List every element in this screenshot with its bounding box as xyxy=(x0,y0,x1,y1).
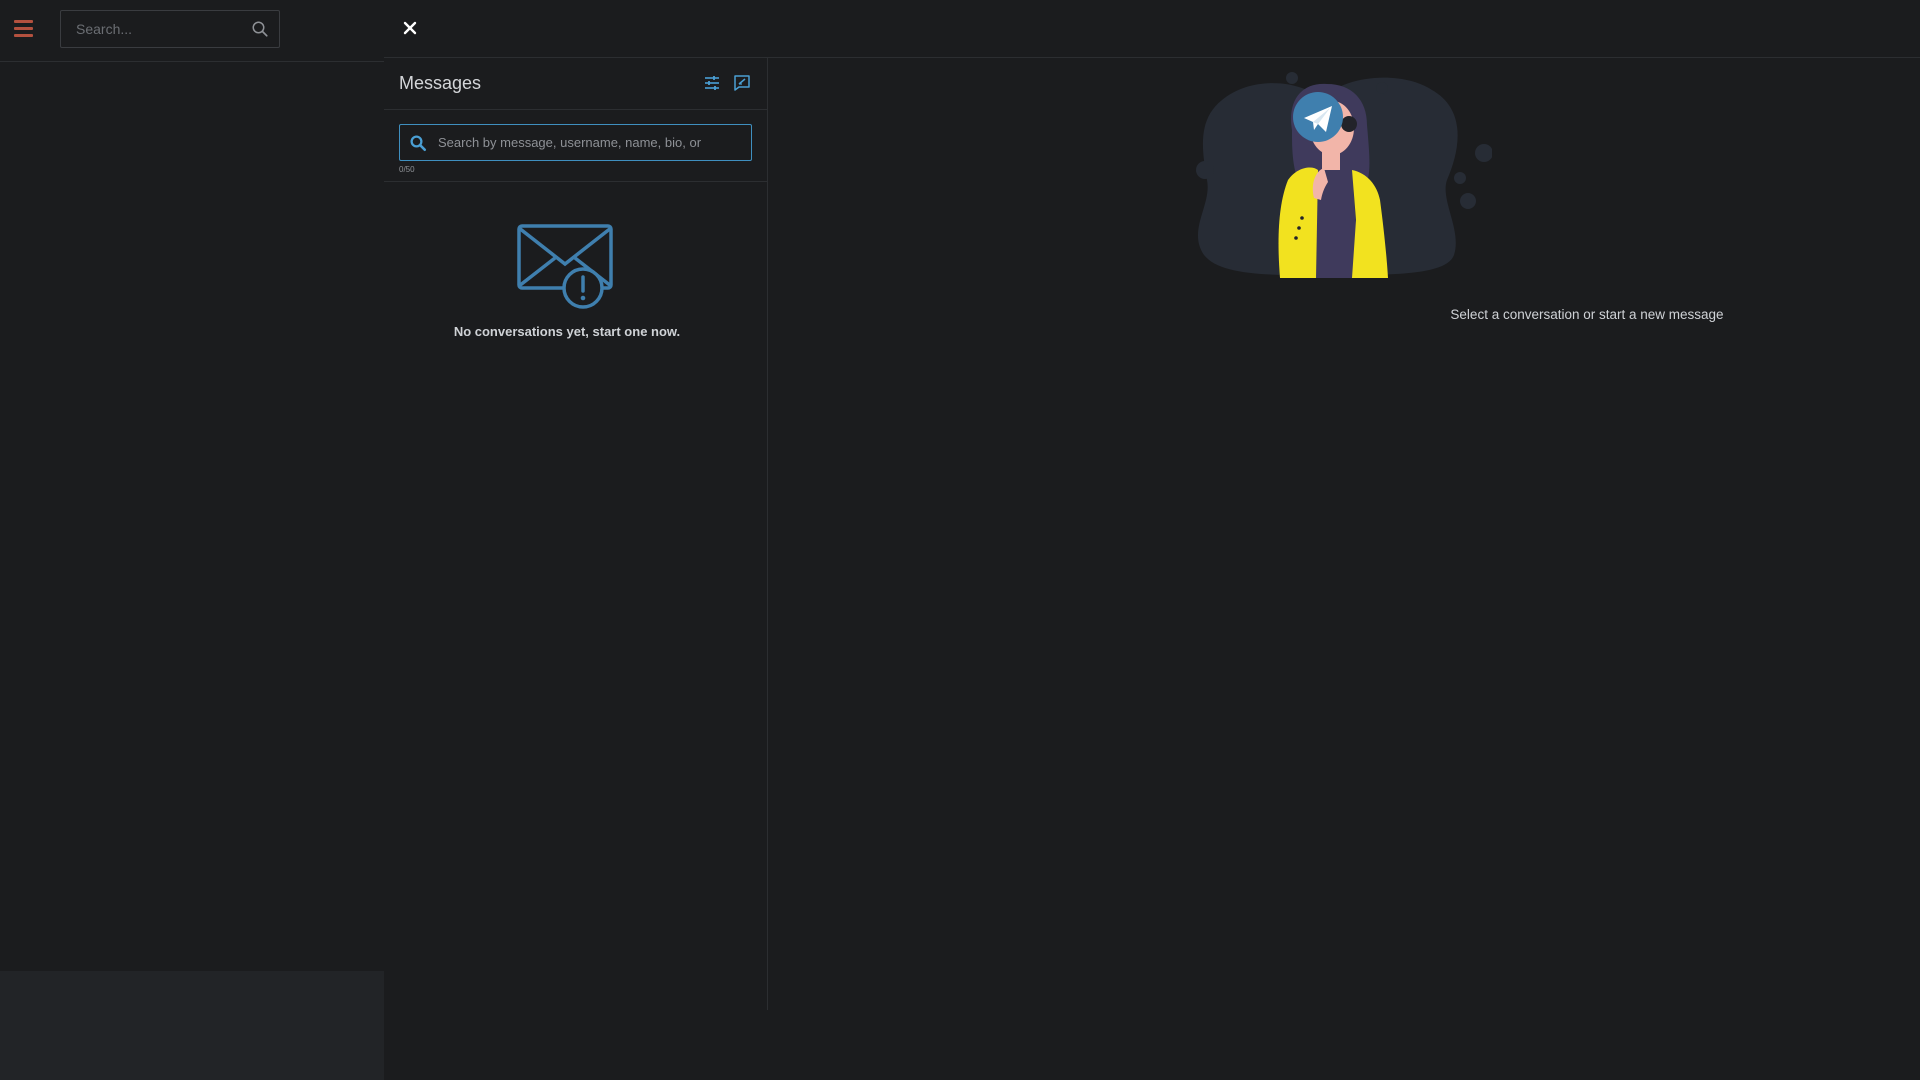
background-app xyxy=(0,0,384,1080)
conversation-search xyxy=(399,124,752,161)
conversation-panel: Messages 0/ xyxy=(384,58,768,1010)
empty-state: No conversations yet, start one now. xyxy=(384,224,750,339)
hamburger-menu-icon[interactable] xyxy=(14,20,33,37)
search-icon[interactable] xyxy=(251,20,269,38)
person-with-telegram-icon-illustration xyxy=(1196,72,1492,278)
messages-overlay: Messages 0/ xyxy=(384,0,1920,1080)
compose-message-icon[interactable] xyxy=(733,74,751,92)
empty-state-message: No conversations yet, start one now. xyxy=(453,324,681,339)
envelope-alert-icon xyxy=(517,224,613,309)
character-counter: 0/50 xyxy=(399,165,415,174)
conversation-search-input[interactable] xyxy=(438,125,748,160)
footer xyxy=(0,971,384,1080)
page-title: Messages xyxy=(399,73,482,93)
sliders-icon[interactable] xyxy=(703,74,721,92)
conversation-search-area: 0/50 xyxy=(384,110,767,182)
global-search-input[interactable] xyxy=(61,11,241,47)
search-icon xyxy=(410,135,427,152)
global-search xyxy=(60,10,280,48)
select-conversation-prompt: Select a conversation or start a new mes… xyxy=(1450,307,1724,322)
overlay-header xyxy=(384,0,1920,58)
conversation-header: Messages xyxy=(384,58,767,110)
top-bar xyxy=(0,0,384,62)
close-icon[interactable] xyxy=(402,20,418,36)
